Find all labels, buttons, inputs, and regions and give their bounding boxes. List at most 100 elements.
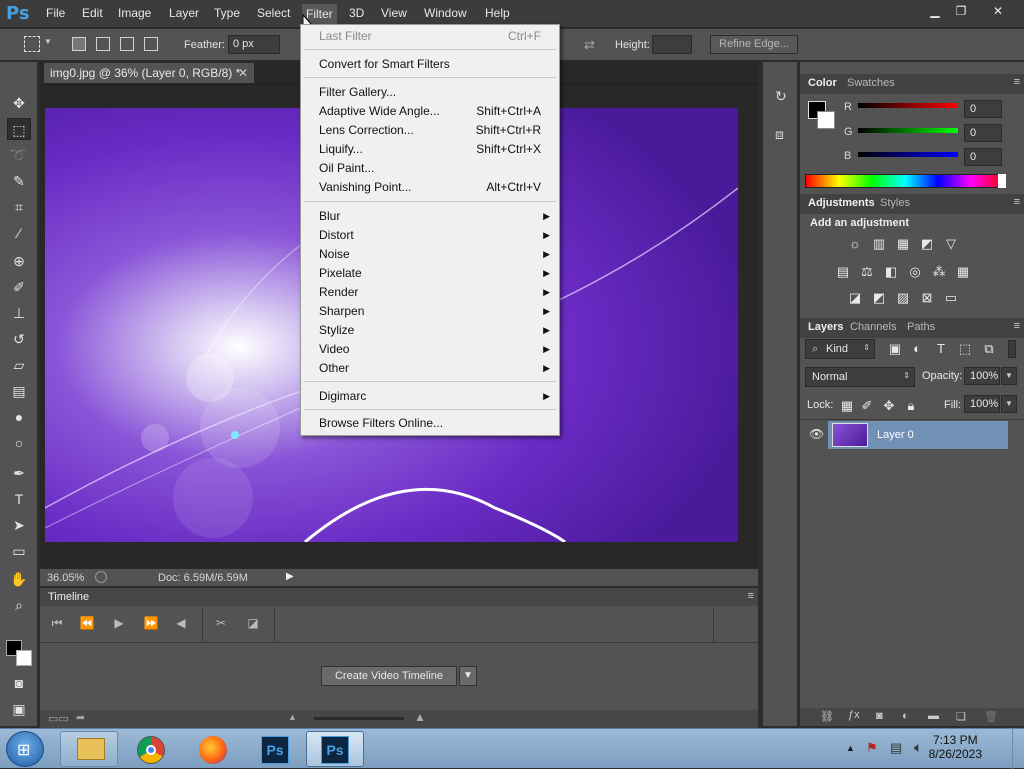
new-adjustment-layer-icon[interactable]: ◐ (902, 710, 909, 722)
exposure-icon[interactable]: ◩ (918, 236, 936, 252)
background-color-swatch[interactable] (817, 111, 835, 129)
play-icon[interactable]: ▶ (108, 616, 130, 634)
menu-item-other[interactable]: Other ▶ (302, 359, 558, 378)
previous-frame-icon[interactable]: ⏪ (76, 616, 98, 634)
taskbar-photoshop-2[interactable]: Ps (306, 731, 364, 767)
taskbar-firefox[interactable] (184, 731, 242, 767)
photo-filter-icon[interactable]: ◎ (906, 264, 924, 280)
status-info-icon[interactable] (95, 571, 107, 583)
menu-item-blur[interactable]: Blur ▶ (302, 207, 558, 226)
menu-item-convert-smart-filters[interactable]: Convert for Smart Filters (302, 55, 558, 74)
lock-position-icon[interactable]: ✥ (880, 398, 898, 414)
g-slider[interactable] (858, 128, 958, 133)
new-group-icon[interactable]: ▬ (928, 710, 939, 722)
selective-color-icon[interactable]: ⊠ (918, 290, 936, 306)
opacity-input[interactable]: 100% (964, 367, 1000, 385)
black-white-icon[interactable]: ◧ (882, 264, 900, 280)
filter-pixel-icon[interactable]: ▣ (886, 341, 904, 357)
type-tool-icon[interactable]: T (7, 488, 31, 510)
gradient-tool-icon[interactable]: ▤ (7, 380, 31, 402)
new-layer-icon[interactable]: ❏ (956, 710, 966, 723)
layer-name[interactable]: Layer 0 (877, 429, 914, 441)
filter-toggle[interactable] (1008, 340, 1016, 358)
hand-tool-icon[interactable]: ✋ (7, 568, 31, 590)
blend-mode-select[interactable]: Normal ⇕ (805, 367, 915, 387)
hue-saturation-icon[interactable]: ▤ (834, 264, 852, 280)
network-icon[interactable]: ▤ (890, 740, 902, 756)
zoom-slider[interactable] (314, 717, 404, 720)
menu-item-filter-gallery[interactable]: Filter Gallery... (302, 83, 558, 102)
vibrance-icon[interactable]: ▽ (942, 236, 960, 252)
split-scissors-icon[interactable]: ✂ (210, 616, 232, 634)
g-value-input[interactable]: 0 (964, 124, 1002, 142)
menu-help[interactable]: Help (485, 6, 510, 20)
menu-window[interactable]: Window (424, 6, 467, 20)
marquee-tool-icon[interactable]: ⬚ (7, 118, 31, 140)
lock-transparent-icon[interactable]: ▦ (838, 398, 856, 414)
fx-icon[interactable]: ƒx (848, 709, 860, 721)
timeline-track-area[interactable] (274, 608, 714, 642)
b-slider[interactable] (858, 152, 958, 157)
menu-3d[interactable]: 3D (349, 6, 364, 20)
menu-item-lens-correction[interactable]: Lens Correction... Shift+Ctrl+R (302, 121, 558, 140)
document-tab[interactable]: img0.jpg @ 36% (Layer 0, RGB/8) * ✕ (44, 63, 254, 83)
chevron-down-icon[interactable]: ▼ (1001, 395, 1017, 413)
refine-edge-button[interactable]: Refine Edge... (710, 35, 798, 54)
background-color-swatch[interactable] (16, 650, 32, 666)
add-mask-icon[interactable]: ◙ (876, 710, 883, 722)
history-panel-icon[interactable]: ↻ (775, 88, 787, 105)
action-center-icon[interactable]: ⚑ (866, 740, 878, 756)
zoom-level[interactable]: 36.05% (47, 572, 84, 584)
levels-icon[interactable]: ▥ (870, 236, 888, 252)
lasso-tool-icon[interactable]: ➰ (7, 144, 31, 166)
menu-item-render[interactable]: Render ▶ (302, 283, 558, 302)
eraser-tool-icon[interactable]: ▱ (7, 354, 31, 376)
3d-panel-icon[interactable]: ⧈ (775, 126, 784, 143)
chevron-down-icon[interactable]: ▼ (459, 666, 477, 686)
curves-icon[interactable]: ▦ (894, 236, 912, 252)
tab-styles[interactable]: Styles (880, 197, 910, 209)
spectrum-white-swatch[interactable] (998, 174, 1006, 188)
taskbar-photoshop-1[interactable]: Ps (246, 731, 304, 767)
system-clock[interactable]: 7:13 PM 8/26/2023 (929, 733, 982, 761)
brush-tool-icon[interactable]: ✐ (7, 276, 31, 298)
b-value-input[interactable]: 0 (964, 148, 1002, 166)
gradient-map-icon[interactable]: ▭ (942, 290, 960, 306)
restore-icon[interactable]: ❐ (948, 2, 974, 20)
menu-item-sharpen[interactable]: Sharpen ▶ (302, 302, 558, 321)
go-to-first-frame-icon[interactable]: ⏮ (46, 616, 68, 634)
visibility-eye-icon[interactable]: 👁︎ (809, 427, 824, 441)
create-video-timeline-button[interactable]: Create Video Timeline (321, 666, 457, 686)
panel-menu-icon[interactable]: ≡ (748, 590, 754, 602)
filter-smart-object-icon[interactable]: ⧉ (980, 341, 998, 357)
menu-item-browse-filters-online[interactable]: Browse Filters Online... (302, 414, 558, 433)
panel-menu-icon[interactable]: ≡ (1014, 196, 1020, 208)
filter-shape-icon[interactable]: ⬚ (956, 341, 974, 357)
subtract-selection-icon[interactable] (120, 37, 134, 51)
chevron-down-icon[interactable]: ▼ (1001, 367, 1017, 385)
show-desktop-button[interactable] (1012, 729, 1024, 769)
taskbar-chrome[interactable] (122, 731, 180, 767)
quick-select-tool-icon[interactable]: ✎ (7, 170, 31, 192)
channel-mixer-icon[interactable]: ⁂ (930, 264, 948, 280)
menu-layer[interactable]: Layer (169, 6, 199, 20)
link-layers-icon[interactable]: ⛓ (820, 710, 834, 723)
tab-channels[interactable]: Channels (850, 321, 896, 333)
clone-stamp-tool-icon[interactable]: ⊥ (7, 302, 31, 324)
menu-item-distort[interactable]: Distort ▶ (302, 226, 558, 245)
panel-menu-icon[interactable]: ≡ (1014, 320, 1020, 332)
zoom-in-mountain-icon[interactable]: ▲ (414, 710, 426, 724)
panel-menu-icon[interactable]: ≡ (1014, 76, 1020, 88)
color-lookup-icon[interactable]: ▦ (954, 264, 972, 280)
close-tab-icon[interactable]: ✕ (238, 66, 248, 80)
tab-adjustments[interactable]: Adjustments (808, 197, 875, 209)
menu-item-pixelate[interactable]: Pixelate ▶ (302, 264, 558, 283)
color-spectrum-bar[interactable] (805, 174, 1005, 188)
menu-item-oil-paint[interactable]: Oil Paint... (302, 159, 558, 178)
tray-expand-icon[interactable]: ▲ (846, 743, 855, 753)
quick-mask-icon[interactable]: ◙ (7, 672, 31, 694)
move-tool-icon[interactable]: ✥ (7, 92, 31, 114)
trash-icon[interactable]: 🗑︎ (984, 710, 998, 723)
zoom-tool-icon[interactable]: ⌕ (7, 594, 31, 616)
menu-item-liquify[interactable]: Liquify... Shift+Ctrl+X (302, 140, 558, 159)
